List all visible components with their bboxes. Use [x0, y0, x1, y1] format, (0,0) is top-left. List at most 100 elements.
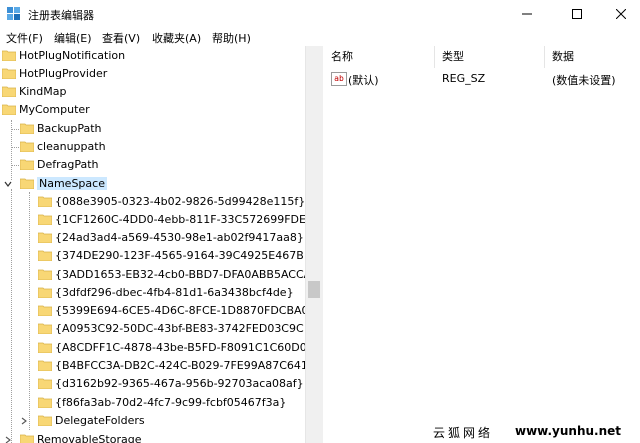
tree-item[interactable]: BackupPath [0, 120, 305, 138]
column-header-type[interactable]: 类型 [442, 46, 464, 68]
minimize-icon [522, 13, 532, 15]
tree-item[interactable]: {1CF1260C-4DD0-4ebb-811F-33C572699FDE} [0, 211, 305, 229]
minimize-button[interactable] [504, 0, 550, 28]
string-value-icon: ab [331, 72, 347, 86]
tree-item[interactable]: cleanuppath [0, 138, 305, 156]
tree-item-label: DefragPath [37, 158, 99, 171]
tree-item-namespace[interactable]: NameSpace [0, 175, 305, 193]
tree-item-label: BackupPath [37, 122, 102, 135]
column-divider[interactable] [544, 46, 545, 68]
watermark: 云狐网络 www.yunhu.net [427, 420, 640, 443]
tree-item[interactable]: HotPlugNotification [0, 47, 305, 65]
folder-icon [2, 86, 16, 97]
tree-item[interactable]: {374DE290-123F-4565-9164-39C4925E467B} [0, 247, 305, 265]
folder-icon [2, 68, 16, 79]
tree-item-label: {24ad3ad4-a569-4530-98e1-ab02f9417aa8} [55, 231, 304, 244]
column-header-data[interactable]: 数据 [552, 46, 574, 68]
tree-item-label: HotPlugProvider [19, 67, 108, 80]
tree-item-label: MyComputer [19, 103, 90, 116]
tree-item-label: {088e3905-0323-4b02-9826-5d99428e115f} [55, 195, 306, 208]
folder-icon [38, 232, 52, 243]
folder-icon [38, 323, 52, 334]
close-button[interactable] [598, 0, 640, 28]
tree-item-label: {3dfdf296-dbec-4fb4-81d1-6a3438bcf4de} [55, 286, 294, 299]
folder-icon [38, 250, 52, 261]
tree-scrollbar[interactable] [305, 46, 323, 443]
folder-icon [20, 123, 34, 134]
menu-favorites[interactable]: 收藏夹(A) [152, 30, 201, 46]
folder-icon [38, 196, 52, 207]
tree-item[interactable]: {3dfdf296-dbec-4fb4-81d1-6a3438bcf4de} [0, 284, 305, 302]
maximize-button[interactable] [554, 0, 600, 28]
tree-item-label: {A8CDFF1C-4878-43be-B5FD-F8091C1C60D0} [55, 341, 306, 354]
folder-icon [38, 397, 52, 408]
tree-item-label: KindMap [19, 85, 67, 98]
tree-item-label: DelegateFolders [55, 414, 145, 427]
registry-tree[interactable]: HotPlugNotification HotPlugProvider Kind… [0, 46, 306, 443]
tree-item-label: {5399E694-6CE5-4D6C-8FCE-1D8870FDCBA0} [55, 304, 306, 317]
folder-icon [38, 305, 52, 316]
tree-item[interactable]: {3ADD1653-EB32-4cb0-BBD7-DFA0ABB5ACCA} [0, 266, 305, 284]
tree-item[interactable]: {24ad3ad4-a569-4530-98e1-ab02f9417aa8} [0, 229, 305, 247]
folder-icon [38, 360, 52, 371]
title-bar: 注册表编辑器 [0, 0, 640, 28]
tree-item[interactable]: DefragPath [0, 156, 305, 174]
folder-icon [38, 342, 52, 353]
folder-icon [20, 159, 34, 170]
folder-icon [38, 415, 52, 426]
value-data: (数值未设置) [552, 74, 616, 87]
tree-item[interactable]: {A8CDFF1C-4878-43be-B5FD-F8091C1C60D0} [0, 339, 305, 357]
column-header-name[interactable]: 名称 [331, 46, 353, 68]
scrollbar-thumb[interactable] [308, 281, 320, 298]
chevron-right-icon[interactable] [20, 417, 28, 425]
tree-item-label: NameSpace [37, 177, 107, 190]
folder-open-icon [2, 104, 16, 115]
tree-item-delegatefolders[interactable]: DelegateFolders [0, 412, 305, 430]
tree-item-label: {B4BFCC3A-DB2C-424C-B029-7FE99A87C641} [55, 359, 306, 372]
tree-item-label: cleanuppath [37, 140, 106, 153]
tree-item-removablestorage[interactable]: RemovableStorage [0, 431, 305, 443]
close-icon [616, 9, 626, 19]
tree-item-label: RemovableStorage [37, 433, 142, 443]
tree-item[interactable]: HotPlugProvider [0, 65, 305, 83]
value-type: REG_SZ [442, 72, 486, 85]
menu-help[interactable]: 帮助(H) [212, 30, 251, 46]
folder-icon [20, 434, 34, 443]
tree-item-mycomputer[interactable]: MyComputer [0, 101, 305, 119]
registry-editor-icon [7, 7, 20, 20]
folder-icon [38, 269, 52, 280]
tree-item-label: {1CF1260C-4DD0-4ebb-811F-33C572699FDE} [55, 213, 306, 226]
chevron-right-icon[interactable] [4, 436, 12, 443]
maximize-icon [572, 9, 582, 19]
column-divider[interactable] [434, 46, 435, 68]
tree-item-label: {f86fa3ab-70d2-4fc7-9c99-fcbf05467f3a} [55, 396, 287, 409]
tree-item-label: HotPlugNotification [19, 49, 126, 62]
folder-icon [38, 214, 52, 225]
tree-item[interactable]: {f86fa3ab-70d2-4fc7-9c99-fcbf05467f3a} [0, 394, 305, 412]
tree-item[interactable]: {088e3905-0323-4b02-9826-5d99428e115f} [0, 193, 305, 211]
window-title: 注册表编辑器 [28, 9, 94, 22]
menu-view[interactable]: 查看(V) [102, 30, 140, 46]
folder-icon [38, 378, 52, 389]
menu-file[interactable]: 文件(F) [6, 30, 43, 46]
tree-item[interactable]: {5399E694-6CE5-4D6C-8FCE-1D8870FDCBA0} [0, 302, 305, 320]
tree-item-label: {A0953C92-50DC-43bf-BE83-3742FED03C9C} [55, 322, 306, 335]
tree-item[interactable]: {A0953C92-50DC-43bf-BE83-3742FED03C9C} [0, 320, 305, 338]
watermark-text: 云狐网络 [433, 426, 494, 440]
tree-item-label: {374DE290-123F-4565-9164-39C4925E467B} [55, 249, 306, 262]
tree-item[interactable]: {d3162b92-9365-467a-956b-92703aca08af} [0, 375, 305, 393]
menu-edit[interactable]: 编辑(E) [54, 30, 92, 46]
tree-item-label: {3ADD1653-EB32-4cb0-BBD7-DFA0ABB5ACCA} [55, 268, 306, 281]
menu-bar: 文件(F) 编辑(E) 查看(V) 收藏夹(A) 帮助(H) [0, 28, 640, 46]
tree-item[interactable]: KindMap [0, 83, 305, 101]
watermark-url: www.yunhu.net [515, 424, 622, 438]
tree-item[interactable]: {B4BFCC3A-DB2C-424C-B029-7FE99A87C641} [0, 357, 305, 375]
tree-item-label: {d3162b92-9365-467a-956b-92703aca08af} [55, 377, 304, 390]
folder-icon [20, 141, 34, 152]
folder-open-icon [20, 178, 34, 189]
folder-icon [2, 50, 16, 61]
value-name: (默认) [348, 74, 379, 87]
chevron-down-icon[interactable] [4, 180, 12, 188]
values-list[interactable]: 名称 类型 数据 ab (默认) REG_SZ (数值未设置) [323, 46, 640, 443]
folder-icon [38, 287, 52, 298]
